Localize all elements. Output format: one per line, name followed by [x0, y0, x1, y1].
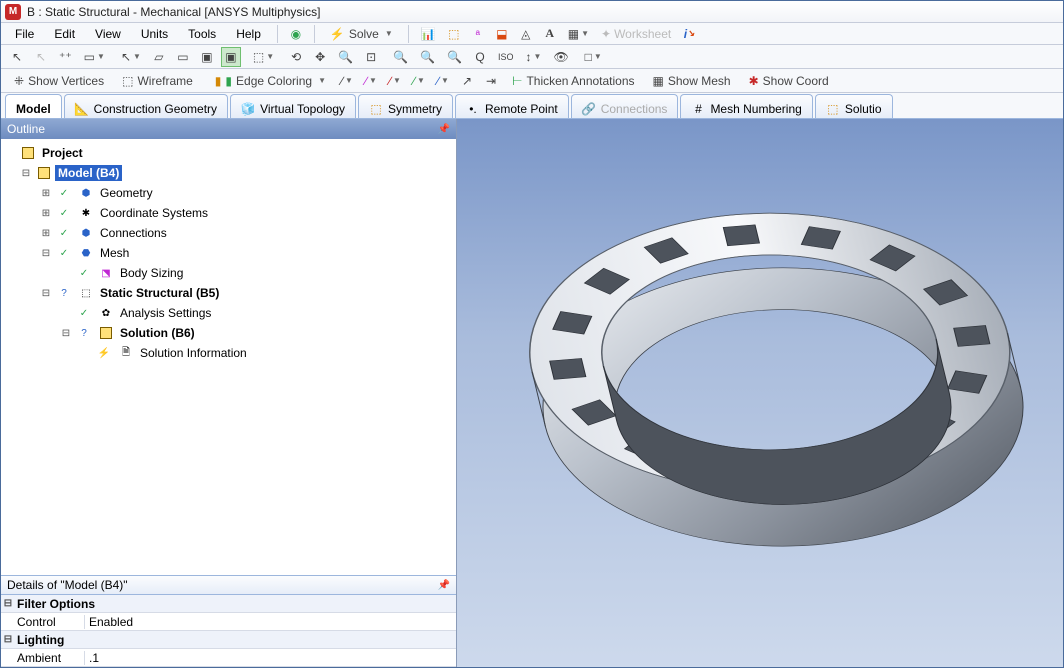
- tree-analysis-settings[interactable]: ✓✿Analysis Settings: [3, 303, 454, 323]
- edge-style-icon[interactable]: ∕▼: [409, 71, 429, 91]
- tool-icon[interactable]: ⬓: [492, 24, 512, 44]
- info-button[interactable]: i↘: [679, 24, 699, 44]
- separator: [408, 25, 409, 43]
- outline-title: Outline: [7, 122, 45, 136]
- tool-icon[interactable]: 📊: [417, 24, 440, 44]
- thicken-annotations-button[interactable]: ⊢ Thicken Annotations: [505, 71, 642, 91]
- tab-model[interactable]: Model: [5, 94, 62, 118]
- select-icon[interactable]: ↖: [7, 47, 27, 67]
- details-header: Details of "Model (B4)" 📌: [1, 575, 456, 595]
- menu-edit[interactable]: Edit: [46, 25, 83, 43]
- display-icon[interactable]: □▼: [581, 47, 606, 67]
- separator: [277, 25, 278, 43]
- select-icon[interactable]: ↖: [31, 47, 51, 67]
- tree-connections[interactable]: ⊞✓⬢Connections: [3, 223, 454, 243]
- zoom-selection-icon[interactable]: Q: [470, 47, 490, 67]
- menu-help[interactable]: Help: [228, 25, 269, 43]
- solve-button[interactable]: ⚡ Solve ▼: [323, 24, 400, 44]
- tool-icon[interactable]: ⬚: [444, 24, 464, 44]
- separator: [314, 25, 315, 43]
- left-pane: Outline 📌 Project ⊟Model (B4) ⊞✓⬢Geometr…: [1, 119, 457, 667]
- tool-icon[interactable]: ◬: [516, 24, 536, 44]
- box-select-icon[interactable]: ⬚▼: [249, 47, 278, 67]
- tab-construction-geometry[interactable]: 📐Construction Geometry: [64, 94, 228, 118]
- tab-symmetry[interactable]: ⬚Symmetry: [358, 94, 453, 118]
- prop-control[interactable]: ControlEnabled: [1, 613, 456, 631]
- main-split: Outline 📌 Project ⊟Model (B4) ⊞✓⬢Geometr…: [1, 119, 1063, 667]
- tree-solution-information[interactable]: ⚡🗎Solution Information: [3, 343, 454, 363]
- tab-connections: 🔗Connections: [571, 94, 679, 118]
- tree-body-sizing[interactable]: ✓⬔Body Sizing: [3, 263, 454, 283]
- menu-view[interactable]: View: [87, 25, 129, 43]
- pick-edge-icon[interactable]: ▱: [149, 47, 169, 67]
- pick-face-icon[interactable]: ▭: [173, 47, 193, 67]
- iso-view-icon[interactable]: ISO: [494, 47, 518, 67]
- tab-virtual-topology[interactable]: 🧊Virtual Topology: [230, 94, 356, 118]
- zoom-out-icon[interactable]: 🔍: [416, 47, 439, 67]
- app-icon: M: [5, 4, 21, 20]
- pick-body-icon[interactable]: ▣: [221, 47, 241, 67]
- pick-vertex-icon[interactable]: ↖▼: [117, 47, 145, 67]
- prop-category-filter[interactable]: ⊟Filter Options: [1, 595, 456, 613]
- title-bar: M B : Static Structural - Mechanical [AN…: [1, 1, 1063, 23]
- edge-style-icon[interactable]: ∕▼: [385, 71, 405, 91]
- prop-ambient[interactable]: Ambient.1: [1, 649, 456, 667]
- tree-coordinate-systems[interactable]: ⊞✓✱Coordinate Systems: [3, 203, 454, 223]
- toolbar-display: ⁜ Show Vertices ⬚ Wireframe ▮▮ Edge Colo…: [1, 69, 1063, 93]
- tool-icon[interactable]: ▦▼: [564, 24, 593, 44]
- zoom-box-icon[interactable]: ⊡: [361, 47, 381, 67]
- context-tabs: Model 📐Construction Geometry 🧊Virtual To…: [1, 93, 1063, 119]
- lightning-icon: ⚡: [330, 27, 345, 41]
- tab-remote-point[interactable]: •.Remote Point: [455, 94, 569, 118]
- tree-static-structural[interactable]: ⊟?⬚Static Structural (B5): [3, 283, 454, 303]
- show-vertices-button[interactable]: ⁜ Show Vertices: [7, 71, 111, 91]
- details-grid[interactable]: ⊟Filter Options ControlEnabled ⊟Lighting…: [1, 595, 456, 667]
- select-icon[interactable]: ▭▼: [80, 47, 109, 67]
- wireframe-button[interactable]: ⬚ Wireframe: [115, 71, 200, 91]
- look-at-icon[interactable]: 👁: [549, 47, 572, 67]
- toolbar-selection: ↖ ↖ ⁺⁺ ▭▼ ↖▼ ▱ ▭ ▣ ▣ ⬚▼ ⟲ ✥ 🔍 ⊡ 🔍 🔍 🔍 Q …: [1, 45, 1063, 69]
- menu-tools[interactable]: Tools: [180, 25, 224, 43]
- tree-mesh[interactable]: ⊟✓⬣Mesh: [3, 243, 454, 263]
- tool-font-icon[interactable]: A: [540, 24, 560, 44]
- tab-mesh-numbering[interactable]: #Mesh Numbering: [680, 94, 812, 118]
- pick-body-icon[interactable]: ▣: [197, 47, 217, 67]
- coord-icon[interactable]: ⁺⁺: [55, 47, 76, 67]
- menu-bar: File Edit View Units Tools Help ◉ ⚡ Solv…: [1, 23, 1063, 45]
- edge-style-icon[interactable]: ∕▼: [337, 71, 357, 91]
- pan-icon[interactable]: ✥: [310, 47, 330, 67]
- edge-coloring-button[interactable]: ▮▮ Edge Coloring▼: [208, 71, 333, 91]
- tree-project[interactable]: Project: [3, 143, 454, 163]
- tree-solution[interactable]: ⊟?Solution (B6): [3, 323, 454, 343]
- window-title: B : Static Structural - Mechanical [ANSY…: [27, 5, 320, 19]
- worksheet-button[interactable]: ✦Worksheet: [597, 24, 675, 44]
- menu-units[interactable]: Units: [133, 25, 176, 43]
- details-title: Details of "Model (B4)": [7, 578, 128, 592]
- edge-style-icon[interactable]: ∕▼: [433, 71, 453, 91]
- prop-category-lighting[interactable]: ⊟Lighting: [1, 631, 456, 649]
- pin-icon[interactable]: 📌: [438, 124, 450, 135]
- graphics-viewport[interactable]: [457, 119, 1063, 667]
- tree-geometry[interactable]: ⊞✓⬢Geometry: [3, 183, 454, 203]
- pin-icon[interactable]: 📌: [438, 580, 450, 591]
- menu-file[interactable]: File: [7, 25, 42, 43]
- edge-style-icon[interactable]: ↗: [457, 71, 477, 91]
- tool-icon[interactable]: ᵃ: [468, 24, 488, 44]
- edge-style-icon[interactable]: ∕▼: [361, 71, 381, 91]
- rotate-icon[interactable]: ⟲: [286, 47, 306, 67]
- zoom-in-icon[interactable]: 🔍: [389, 47, 412, 67]
- annotation-icon[interactable]: ⇥: [481, 71, 501, 91]
- outline-header: Outline 📌: [1, 119, 456, 139]
- zoom-icon[interactable]: 🔍: [334, 47, 357, 67]
- show-mesh-button[interactable]: ▦ Show Mesh: [646, 71, 738, 91]
- tree-model[interactable]: ⊟Model (B4): [3, 163, 454, 183]
- model-ring: [503, 147, 1063, 667]
- view-icon[interactable]: ↕▼: [522, 47, 546, 67]
- show-coord-button[interactable]: ✱ Show Coord: [742, 71, 836, 91]
- zoom-fit-icon[interactable]: 🔍: [443, 47, 466, 67]
- outline-tree[interactable]: Project ⊟Model (B4) ⊞✓⬢Geometry ⊞✓✱Coord…: [1, 139, 456, 575]
- tab-solution[interactable]: ⬚Solutio: [815, 94, 893, 118]
- solve-label: Solve: [349, 27, 379, 41]
- go-button[interactable]: ◉: [286, 24, 306, 44]
